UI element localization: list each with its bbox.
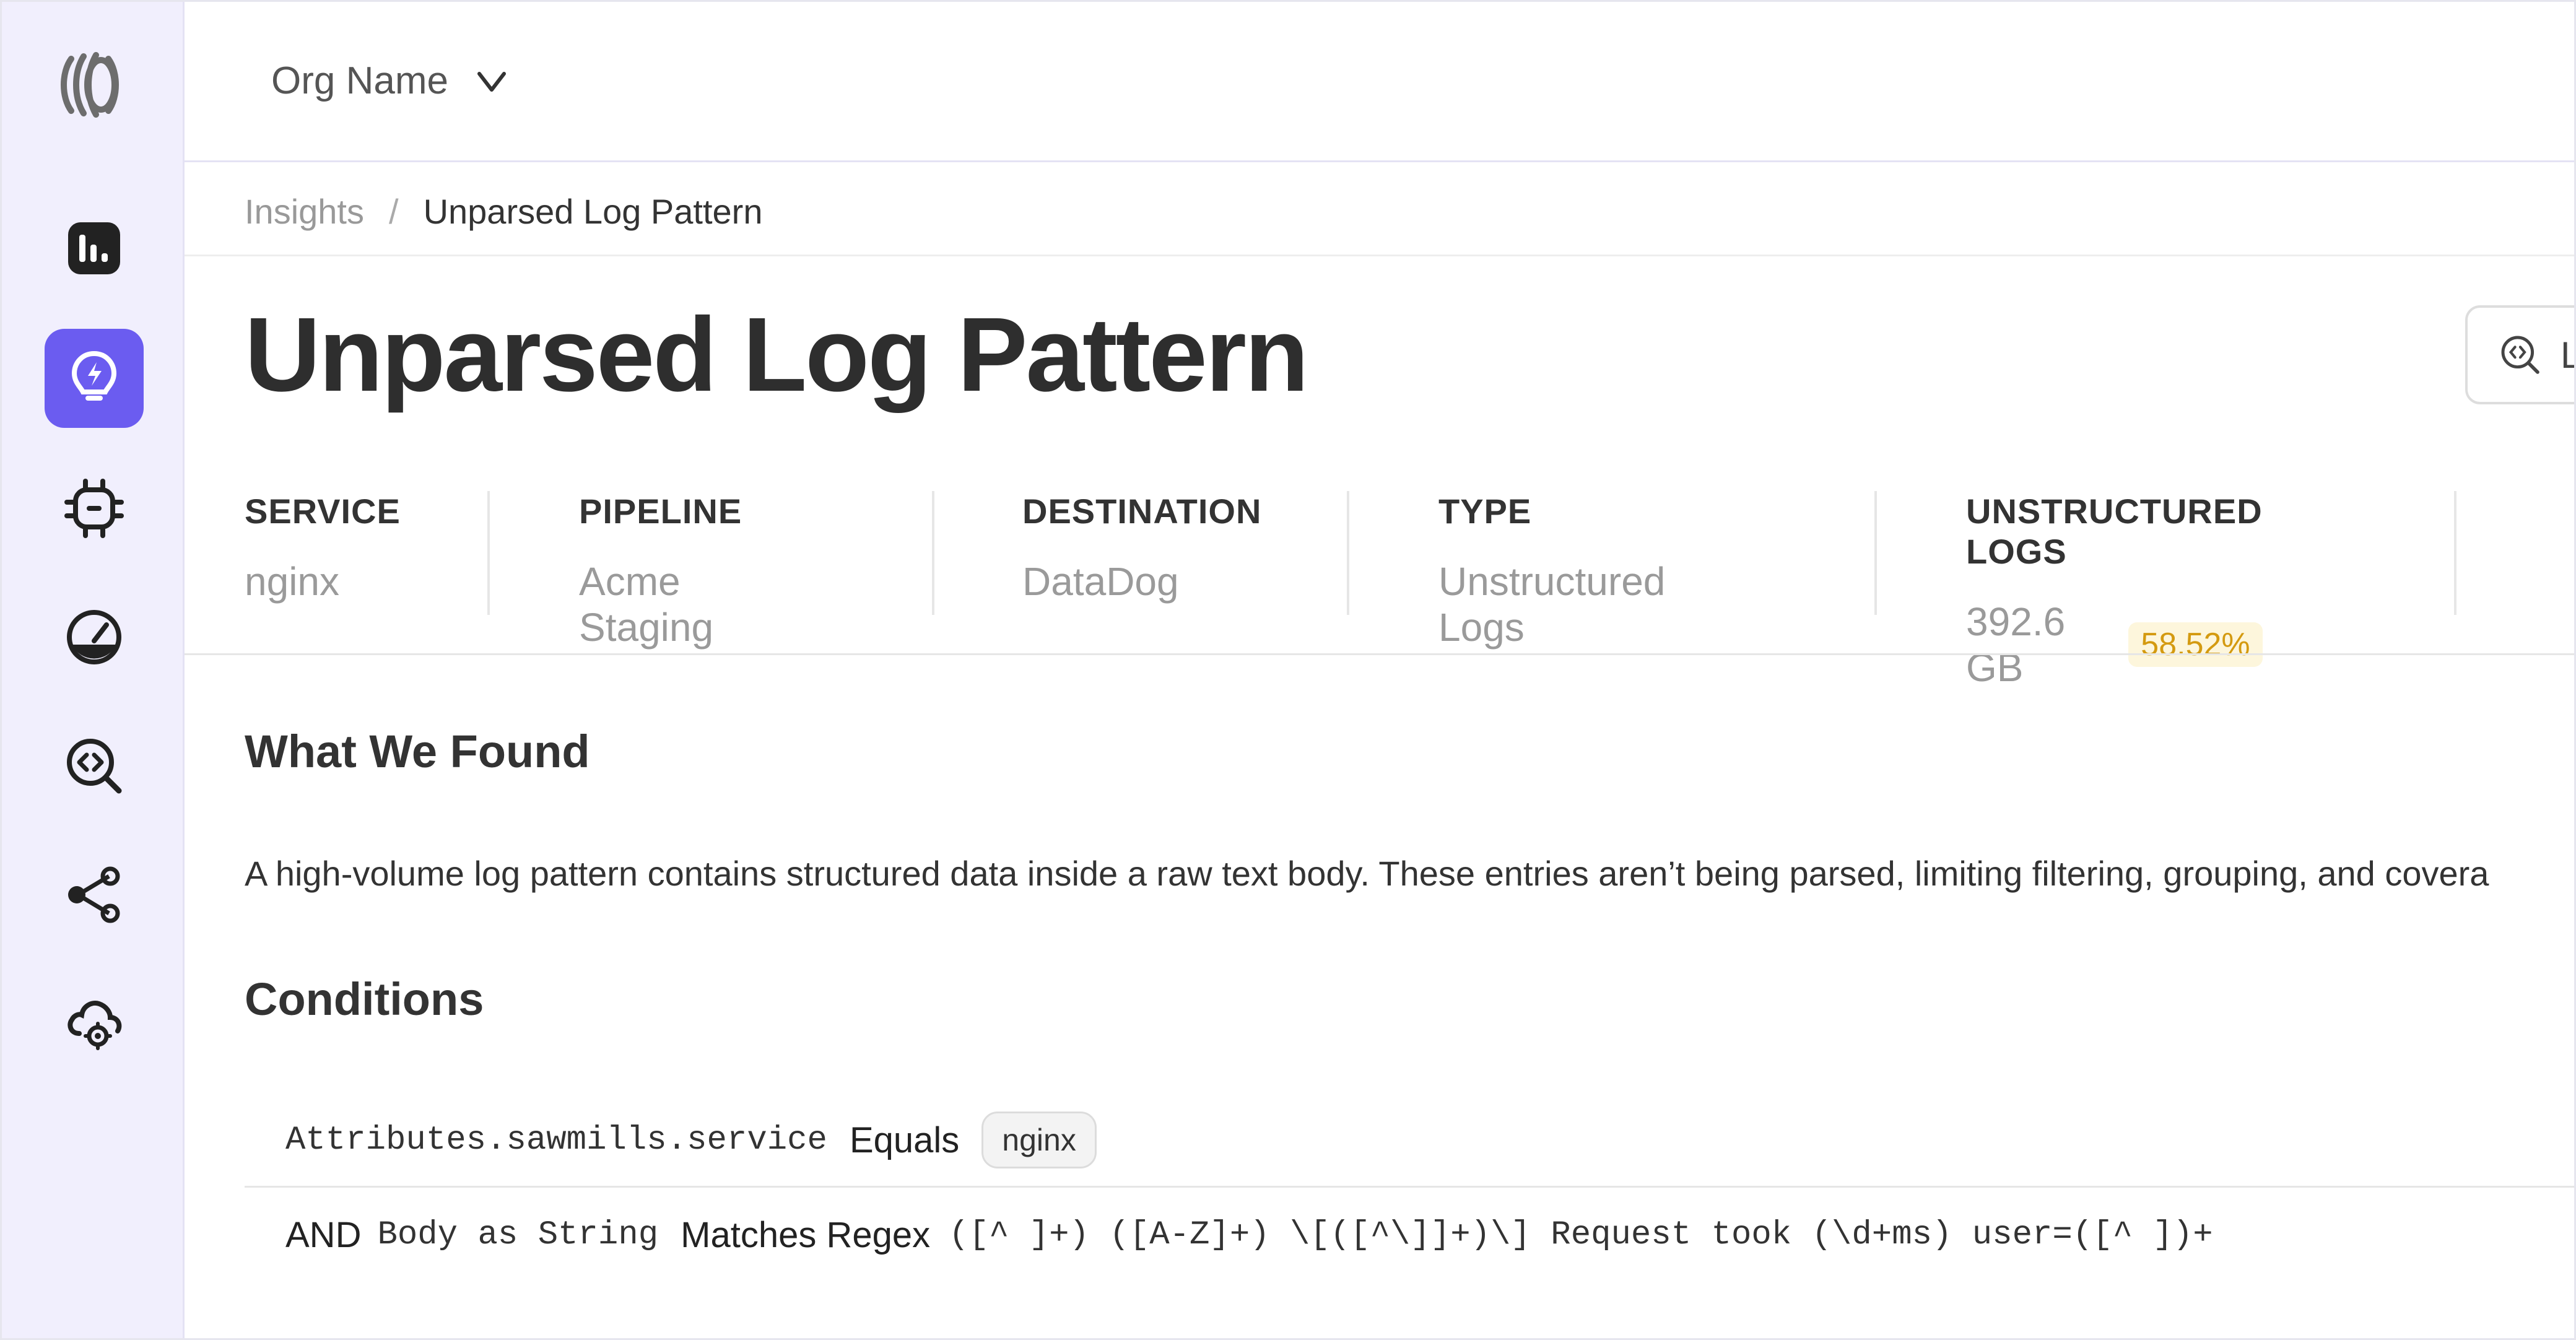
org-name: Org Name [271, 59, 448, 102]
breadcrumb: Insights / Unparsed Log Pattern [245, 186, 762, 236]
section-heading-conditions: Conditions [245, 973, 484, 1025]
nav-destinations[interactable] [45, 973, 144, 1072]
condition-value-chip: nginx [981, 1112, 1097, 1168]
nav-monitoring[interactable] [45, 588, 144, 687]
code-search-icon [67, 739, 122, 794]
breadcrumb-separator: / [389, 191, 399, 231]
divider [185, 255, 2574, 256]
org-switcher[interactable]: Org Name [271, 59, 510, 103]
meta-divider [2454, 491, 2456, 615]
meta-label: TYPE [1438, 492, 1532, 531]
share-nodes-icon [68, 866, 120, 923]
meta-label: UNSTRUCTURED LOGS [1966, 492, 2263, 571]
condition-row: AND Body as String Matches Regex ([^ ]+)… [285, 1214, 2213, 1256]
meta-pipeline: PIPELINE Acme Staging [579, 491, 742, 650]
insights-bulb-icon [71, 350, 117, 401]
meta-value: 392.6 GB 58.52% [1966, 599, 2263, 690]
logo-icon[interactable] [58, 48, 132, 122]
chevron-down-icon [477, 71, 506, 92]
nav-pipelines[interactable] [45, 845, 144, 944]
page-title: Unparsed Log Pattern [245, 296, 1309, 414]
meta-divider [932, 491, 934, 615]
divider [245, 1186, 2574, 1188]
condition-field: Attributes.sawmills.service [285, 1121, 827, 1159]
meta-label: SERVICE [245, 492, 401, 531]
condition-joiner: AND [285, 1215, 362, 1255]
nav-dashboards[interactable] [45, 199, 144, 298]
gauge-icon [67, 610, 121, 664]
code-search-icon [2501, 336, 2539, 374]
meta-label: PIPELINE [579, 492, 742, 531]
meta-value: Acme Staging [579, 559, 714, 650]
meta-value: Unstructured Logs [1438, 559, 1666, 650]
processor-chip-icon [64, 479, 124, 538]
meta-divider [487, 491, 490, 615]
found-description: A high-volume log pattern contains struc… [245, 854, 2489, 893]
condition-row: Attributes.sawmills.service Equals nginx [285, 1112, 1097, 1168]
meta-divider [1874, 491, 1877, 615]
divider [185, 653, 2574, 655]
breadcrumb-current: Unparsed Log Pattern [423, 191, 763, 231]
app-window: Org Name Insights / Unparsed Log Pattern… [0, 0, 2576, 1340]
condition-operator: Matches Regex [681, 1215, 931, 1255]
meta-destination: DESTINATION DataDog [1022, 491, 1261, 615]
nav-insights[interactable] [45, 329, 144, 428]
top-bar: Org Name [185, 2, 2574, 162]
log-search-button[interactable]: L [2465, 305, 2574, 404]
meta-divider [1347, 491, 1349, 615]
meta-type: TYPE Unstructured Logs [1438, 491, 1665, 650]
meta-value: DataDog [1022, 559, 1179, 604]
cloud-settings-icon [67, 1001, 122, 1050]
section-heading-found: What We Found [245, 726, 590, 777]
meta-value: nginx [245, 559, 339, 604]
condition-regex: ([^ ]+) ([A-Z]+) \[([^\]]+)\] Request to… [949, 1216, 2213, 1254]
log-search-label: L [2561, 334, 2574, 376]
percentage-badge: 58.52% [2128, 622, 2263, 667]
meta-label: DESTINATION [1022, 492, 1262, 531]
meta-volume: 392.6 GB [1966, 599, 2066, 690]
breadcrumb-parent[interactable]: Insights [245, 191, 364, 232]
meta-unstructured-logs: UNSTRUCTURED LOGS 392.6 GB 58.52% [1966, 491, 2263, 690]
dashboard-icon [68, 222, 120, 274]
sidebar [2, 2, 185, 1338]
condition-field: Body as String [377, 1216, 659, 1254]
nav-processors[interactable] [45, 459, 144, 558]
meta-service: SERVICE nginx [245, 491, 401, 615]
condition-operator: Equals [849, 1120, 960, 1160]
nav-code-search[interactable] [45, 716, 144, 816]
